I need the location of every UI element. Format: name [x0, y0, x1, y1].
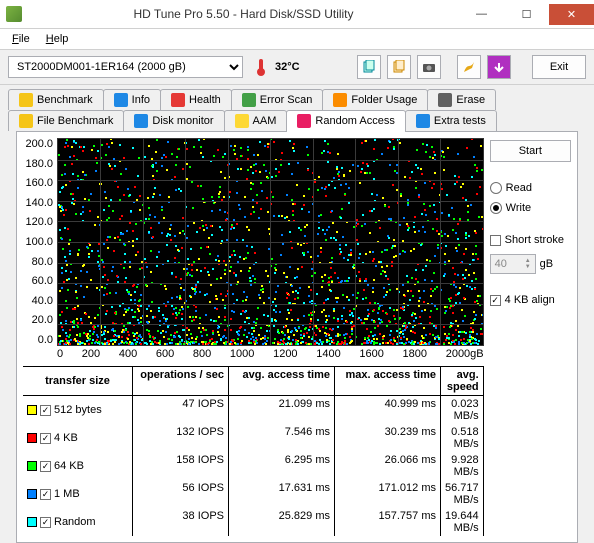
- tab-icon: [438, 93, 452, 107]
- stroke-unit: gB: [540, 258, 553, 270]
- header-transfer-size: transfer size: [23, 367, 133, 395]
- checkbox-4kb-align[interactable]: ✓: [490, 295, 501, 306]
- radio-read[interactable]: [490, 182, 502, 194]
- tab-icon: [19, 114, 33, 128]
- kb-align-row[interactable]: ✓ 4 KB align: [490, 294, 571, 306]
- tab-icon: [171, 93, 185, 107]
- tab-extra-tests[interactable]: Extra tests: [405, 110, 497, 131]
- window-title: HD Tune Pro 5.50 - Hard Disk/SSD Utility: [28, 7, 459, 21]
- temperature-value: 32°C: [275, 61, 300, 73]
- maximize-button[interactable]: ☐: [504, 4, 549, 25]
- tab-health[interactable]: Health: [160, 89, 232, 110]
- tab-icon: [242, 93, 256, 107]
- header-avg-access: avg. access time: [229, 367, 335, 395]
- thermometer-icon: [255, 57, 267, 77]
- label-write: Write: [506, 202, 531, 214]
- tab-icon: [297, 114, 311, 128]
- header-operations: operations / sec: [133, 367, 229, 395]
- table-row: ✓1 MB56 IOPS17.631 ms171.012 ms56.717 MB…: [23, 480, 484, 508]
- header-avg-speed: avg. speed: [441, 367, 484, 395]
- tab-disk-monitor[interactable]: Disk monitor: [123, 110, 224, 131]
- series-color-swatch: [27, 461, 37, 471]
- table-header: transfer size operations / sec avg. acce…: [23, 367, 484, 396]
- side-panel: Start Read Write Short stroke 40▲▼ gB ✓ 4…: [490, 138, 571, 536]
- tab-info[interactable]: Info: [103, 89, 161, 110]
- tab-aam[interactable]: AAM: [224, 110, 288, 131]
- table-row: ✓Random38 IOPS25.829 ms157.757 ms19.644 …: [23, 508, 484, 536]
- radio-write-row[interactable]: Write: [490, 202, 571, 214]
- label-read: Read: [506, 182, 532, 194]
- series-color-swatch: [27, 405, 37, 415]
- drive-select[interactable]: ST2000DM001-1ER164 (2000 gB): [8, 56, 243, 78]
- copy-screenshot-button[interactable]: [387, 55, 411, 79]
- table-row: ✓64 KB158 IOPS6.295 ms26.066 ms9.928 MB/…: [23, 452, 484, 480]
- table-row: ✓4 KB132 IOPS7.546 ms30.239 ms0.518 MB/s: [23, 424, 484, 452]
- series-color-swatch: [27, 489, 37, 499]
- table-row: ✓512 bytes47 IOPS21.099 ms40.999 ms0.023…: [23, 396, 484, 424]
- tab-folder-usage[interactable]: Folder Usage: [322, 89, 428, 110]
- row-checkbox[interactable]: ✓: [40, 489, 51, 500]
- row-checkbox[interactable]: ✓: [40, 461, 51, 472]
- stroke-spinner[interactable]: 40▲▼: [490, 254, 536, 274]
- label-4kb-align: 4 KB align: [505, 294, 555, 306]
- save-button[interactable]: [487, 55, 511, 79]
- short-stroke-row[interactable]: Short stroke: [490, 234, 571, 246]
- tab-icon: [114, 93, 128, 107]
- window-controls: — ☐ ✕: [459, 4, 594, 25]
- tab-benchmark[interactable]: Benchmark: [8, 89, 104, 110]
- tab-content: ms 200.0180.0160.0140.0120.0100.080.060.…: [16, 131, 578, 543]
- tab-icon: [416, 114, 430, 128]
- scatter-chart: ms 200.0180.0160.0140.0120.0100.080.060.…: [23, 138, 484, 346]
- start-button[interactable]: Start: [490, 140, 571, 162]
- tab-icon: [235, 114, 249, 128]
- series-color-swatch: [27, 517, 37, 527]
- plot-area: [57, 138, 484, 346]
- radio-read-row[interactable]: Read: [490, 182, 571, 194]
- radio-write[interactable]: [490, 202, 502, 214]
- close-button[interactable]: ✕: [549, 4, 594, 25]
- screenshot-button[interactable]: [417, 55, 441, 79]
- y-axis: 200.0180.0160.0140.0120.0100.080.060.040…: [23, 138, 57, 346]
- menu-file[interactable]: File: [4, 31, 38, 47]
- options-button[interactable]: [457, 55, 481, 79]
- copy-info-button[interactable]: [357, 55, 381, 79]
- results-table: transfer size operations / sec avg. acce…: [23, 366, 484, 536]
- tab-erase[interactable]: Erase: [427, 89, 496, 110]
- stroke-value-row: 40▲▼ gB: [490, 254, 571, 274]
- exit-button[interactable]: Exit: [532, 55, 586, 79]
- menu-help[interactable]: Help: [38, 31, 77, 47]
- menu-bar: File Help: [0, 29, 594, 49]
- tab-error-scan[interactable]: Error Scan: [231, 89, 324, 110]
- chart-area: ms 200.0180.0160.0140.0120.0100.080.060.…: [23, 138, 484, 536]
- tab-icon: [134, 114, 148, 128]
- row-checkbox[interactable]: ✓: [40, 433, 51, 444]
- tab-icon: [333, 93, 347, 107]
- row-checkbox[interactable]: ✓: [40, 517, 51, 528]
- header-max-access: max. access time: [335, 367, 441, 395]
- app-icon: [6, 6, 22, 22]
- row-checkbox[interactable]: ✓: [40, 405, 51, 416]
- x-axis: 0200400600800100012001400160018002000gB: [57, 346, 484, 360]
- title-bar: HD Tune Pro 5.50 - Hard Disk/SSD Utility…: [0, 0, 594, 29]
- tab-icon: [19, 93, 33, 107]
- tab-file-benchmark[interactable]: File Benchmark: [8, 110, 124, 131]
- checkbox-short-stroke[interactable]: [490, 235, 501, 246]
- toolbar: ST2000DM001-1ER164 (2000 gB) 32°C Exit: [0, 49, 594, 85]
- tab-random-access[interactable]: Random Access: [286, 110, 405, 132]
- series-color-swatch: [27, 433, 37, 443]
- label-short-stroke: Short stroke: [505, 234, 564, 246]
- tabs-container: BenchmarkInfoHealthError ScanFolder Usag…: [0, 85, 594, 543]
- minimize-button[interactable]: —: [459, 4, 504, 25]
